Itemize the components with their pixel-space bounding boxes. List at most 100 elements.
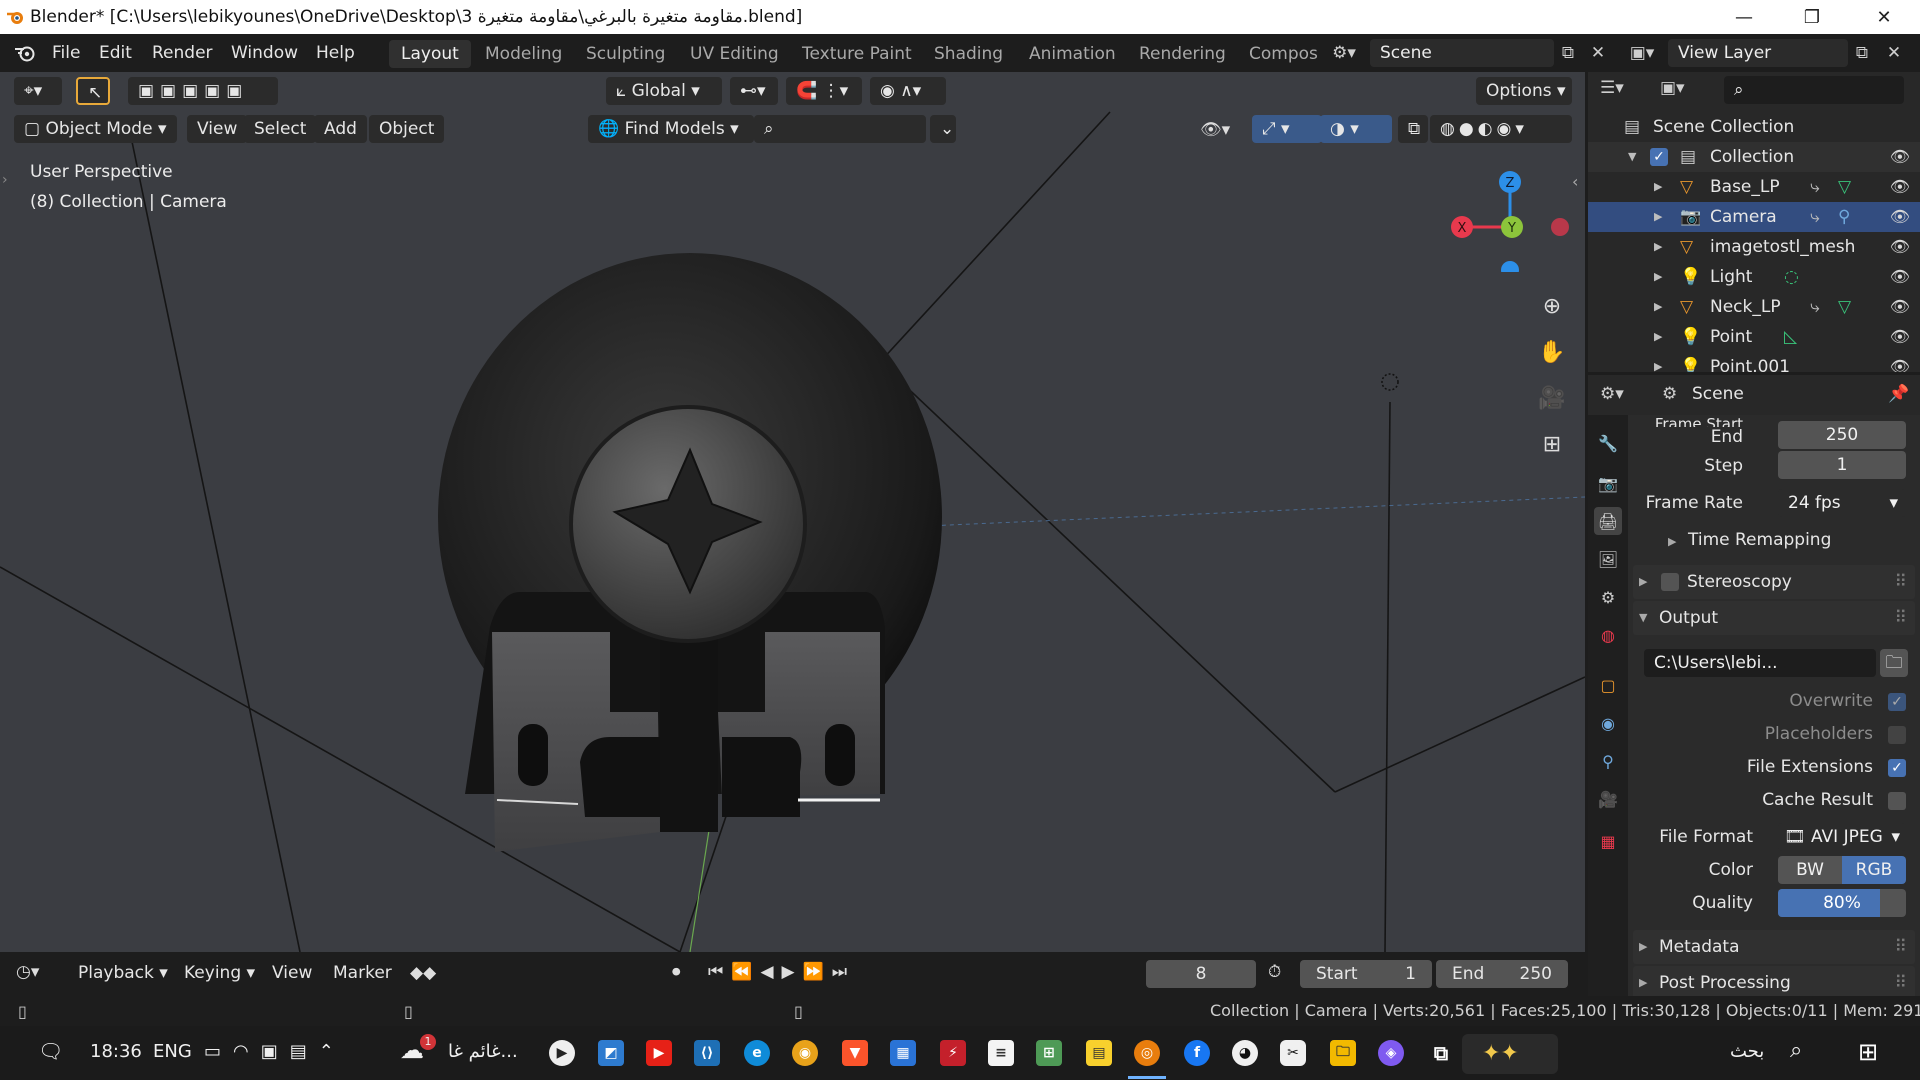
viewport-scene[interactable] <box>0 72 1585 952</box>
outliner-search-input[interactable]: ⌕ <box>1724 76 1904 104</box>
menu-window[interactable]: Window <box>231 43 298 63</box>
stopwatch-icon[interactable]: ⏱ <box>1268 962 1281 982</box>
render-tab-icon[interactable]: 📷 <box>1594 469 1622 497</box>
drag-handle-icon[interactable]: ⠿ <box>1895 930 1907 964</box>
frame-end-field[interactable]: 250 <box>1778 421 1906 449</box>
outliner-scene-collection[interactable]: ▤ Scene Collection <box>1588 112 1920 142</box>
pivot-point-icon[interactable]: ⊷▾ <box>730 77 778 105</box>
expand-icon[interactable]: ▶ <box>1654 202 1662 232</box>
close-button[interactable]: ✕ <box>1852 0 1916 34</box>
photos-app-icon[interactable]: ◩ <box>598 1040 624 1066</box>
constraints-tab-icon[interactable]: ⚲ <box>1594 747 1622 775</box>
drag-handle-icon[interactable]: ⠿ <box>1895 966 1907 1000</box>
drag-handle-icon[interactable]: ⠿ <box>1895 565 1907 599</box>
store-icon[interactable]: ▦ <box>890 1040 916 1066</box>
search-icon[interactable]: ⌕ <box>1790 1038 1802 1063</box>
camera-data-tab-icon[interactable]: 🎥 <box>1594 785 1622 813</box>
collapse-icon[interactable]: ▼ <box>1639 601 1647 635</box>
shading-mode-icons[interactable]: ◍●◐◉▾ <box>1430 115 1572 143</box>
task-view-icon[interactable]: ⧉ <box>1428 1040 1454 1066</box>
remove-view-layer-icon[interactable]: ✕ <box>1880 39 1908 67</box>
pin-icon[interactable]: 📌 <box>1888 384 1909 404</box>
expand-icon[interactable]: ▶ <box>1639 966 1647 1000</box>
marker-menu[interactable]: Marker <box>333 963 392 983</box>
metadata-panel-header[interactable]: ▶ Metadata ⠿ <box>1633 930 1915 964</box>
view-menu[interactable]: View <box>187 115 248 143</box>
sticky-notes-icon[interactable]: ▤ <box>1086 1040 1112 1066</box>
menu-help[interactable]: Help <box>316 43 355 63</box>
view-layer-selector[interactable]: View Layer <box>1668 39 1848 67</box>
find-models-dropdown[interactable]: 🌐 Find Models ▾ <box>588 115 754 143</box>
keyframe-nav-icons[interactable]: ◆◆ <box>410 963 436 983</box>
proportional-editing-icon[interactable]: ◉ ∧▾ <box>870 77 946 105</box>
tab-compositing[interactable]: Compos <box>1237 40 1317 68</box>
brave-icon[interactable]: ▼ <box>842 1040 868 1066</box>
collection-expand-icon[interactable]: ▼ <box>1628 142 1636 172</box>
view-layer-tab-icon[interactable]: 🖼 <box>1594 545 1622 573</box>
youtube-icon[interactable]: ▶ <box>646 1040 672 1066</box>
timeline-view-menu[interactable]: View <box>272 963 312 983</box>
folder-browse-icon[interactable]: 🗀 <box>1880 649 1908 677</box>
visibility-icon[interactable]: 👁 <box>1890 232 1910 262</box>
3d-viewport[interactable]: ⌖▾ ↖ ▣▣▣▣▣ ⟀ Global ▾ ⊷▾ 🧲 ⋮▾ ◉ ∧▾ Optio… <box>0 72 1585 952</box>
output-tab-icon[interactable]: 🖨 <box>1594 507 1622 535</box>
edge-icon[interactable]: e <box>744 1040 770 1066</box>
restore-button[interactable]: ❐ <box>1780 0 1844 34</box>
collection-include-checkbox[interactable]: ✓ <box>1650 148 1668 166</box>
capcut-icon[interactable]: ✂ <box>1280 1040 1306 1066</box>
remove-scene-icon[interactable]: ✕ <box>1584 39 1612 67</box>
visibility-icon[interactable]: 👁 <box>1890 352 1910 372</box>
camera-view-icon[interactable]: 🎥 <box>1534 380 1570 416</box>
scene-browse-icon[interactable]: ⚙▾ <box>1330 39 1358 67</box>
outliner-collection[interactable]: ▼ ✓ ▤ Collection 👁 <box>1588 142 1920 172</box>
potentiometer-model[interactable] <box>438 253 942 852</box>
facebook-icon[interactable]: f <box>1184 1040 1210 1066</box>
blender-taskbar-icon[interactable]: ◎ <box>1134 1040 1160 1066</box>
editor-type-icon[interactable]: ⌖▾ <box>14 77 62 105</box>
stereoscopy-panel-header[interactable]: ▶ Stereoscopy ⠿ <box>1633 565 1915 599</box>
menu-render[interactable]: Render <box>152 43 213 63</box>
snapping-icon[interactable]: 🧲 ⋮▾ <box>786 77 862 105</box>
playback-menu[interactable]: Playback ▾ <box>78 963 168 983</box>
time-remapping-subpanel[interactable]: Time Remapping <box>1688 530 1831 550</box>
end-frame-field[interactable]: End 250 <box>1436 960 1568 988</box>
view-layer-browse-icon[interactable]: ▣▾ <box>1628 39 1656 67</box>
expand-icon[interactable]: ▶ <box>1654 262 1662 292</box>
frame-step-field[interactable]: 1 <box>1778 451 1906 479</box>
system-tray-icons[interactable]: ▭◠▣▤⌃ <box>204 1041 346 1062</box>
menu-file[interactable]: File <box>52 43 80 63</box>
visibility-icon[interactable]: 👁 <box>1890 292 1910 322</box>
chrome-icon[interactable]: ◉ <box>792 1040 818 1066</box>
windows-start-icon[interactable]: ⊞ <box>1858 1038 1878 1066</box>
menu-edit[interactable]: Edit <box>99 43 132 63</box>
object-tab-icon[interactable]: ▢ <box>1594 671 1622 699</box>
expand-icon[interactable]: ▶ <box>1654 352 1662 372</box>
outliner-item-camera[interactable]: ▶ 📷 Camera ⤷ ⚲ 👁 <box>1588 202 1920 232</box>
toolbar-expand-icon[interactable]: › <box>2 172 8 188</box>
github-icon[interactable]: ◕ <box>1232 1040 1258 1066</box>
weather-text[interactable]: غائم غا... <box>448 1041 518 1062</box>
visibility-icon[interactable]: 👁 <box>1890 322 1910 352</box>
stereoscopy-checkbox[interactable] <box>1661 573 1679 591</box>
find-models-expand-icon[interactable]: ⌄ <box>930 115 956 143</box>
input-language[interactable]: ENG <box>153 1041 192 1062</box>
pan-hand-icon[interactable]: ✋ <box>1534 334 1570 370</box>
file-extensions-checkbox[interactable]: ✓ <box>1888 759 1906 777</box>
new-scene-icon[interactable]: ⧉ <box>1554 39 1582 67</box>
expand-icon[interactable]: ▶ <box>1639 930 1647 964</box>
expand-icon[interactable]: ▶ <box>1654 322 1662 352</box>
texture-tab-icon[interactable]: ▦ <box>1594 827 1622 855</box>
file-format-dropdown[interactable]: 🎞 AVI JPEG ▾ <box>1778 823 1906 851</box>
new-view-layer-icon[interactable]: ⧉ <box>1848 39 1876 67</box>
expand-icon[interactable]: ▶ <box>1654 232 1662 262</box>
copilot-sparkle-icon[interactable]: ✦✦ <box>1462 1034 1558 1074</box>
navigation-gizmo[interactable]: Z X Y <box>1440 162 1580 272</box>
add-menu[interactable]: Add <box>314 115 367 143</box>
outliner-item-imagetostl-mesh[interactable]: ▶ ▽ imagetostl_mesh 👁 <box>1588 232 1920 262</box>
record-icon[interactable]: ⏺ <box>672 962 681 982</box>
visibility-icon[interactable]: 👁 <box>1890 172 1910 202</box>
tab-modeling[interactable]: Modeling <box>473 40 574 68</box>
outliner-item-point-001[interactable]: ▶ 💡 Point.001 👁 <box>1588 352 1920 372</box>
xray-toggle-icon[interactable]: ⧉ <box>1398 115 1428 143</box>
file-explorer-icon[interactable]: 🗀 <box>1330 1040 1356 1066</box>
